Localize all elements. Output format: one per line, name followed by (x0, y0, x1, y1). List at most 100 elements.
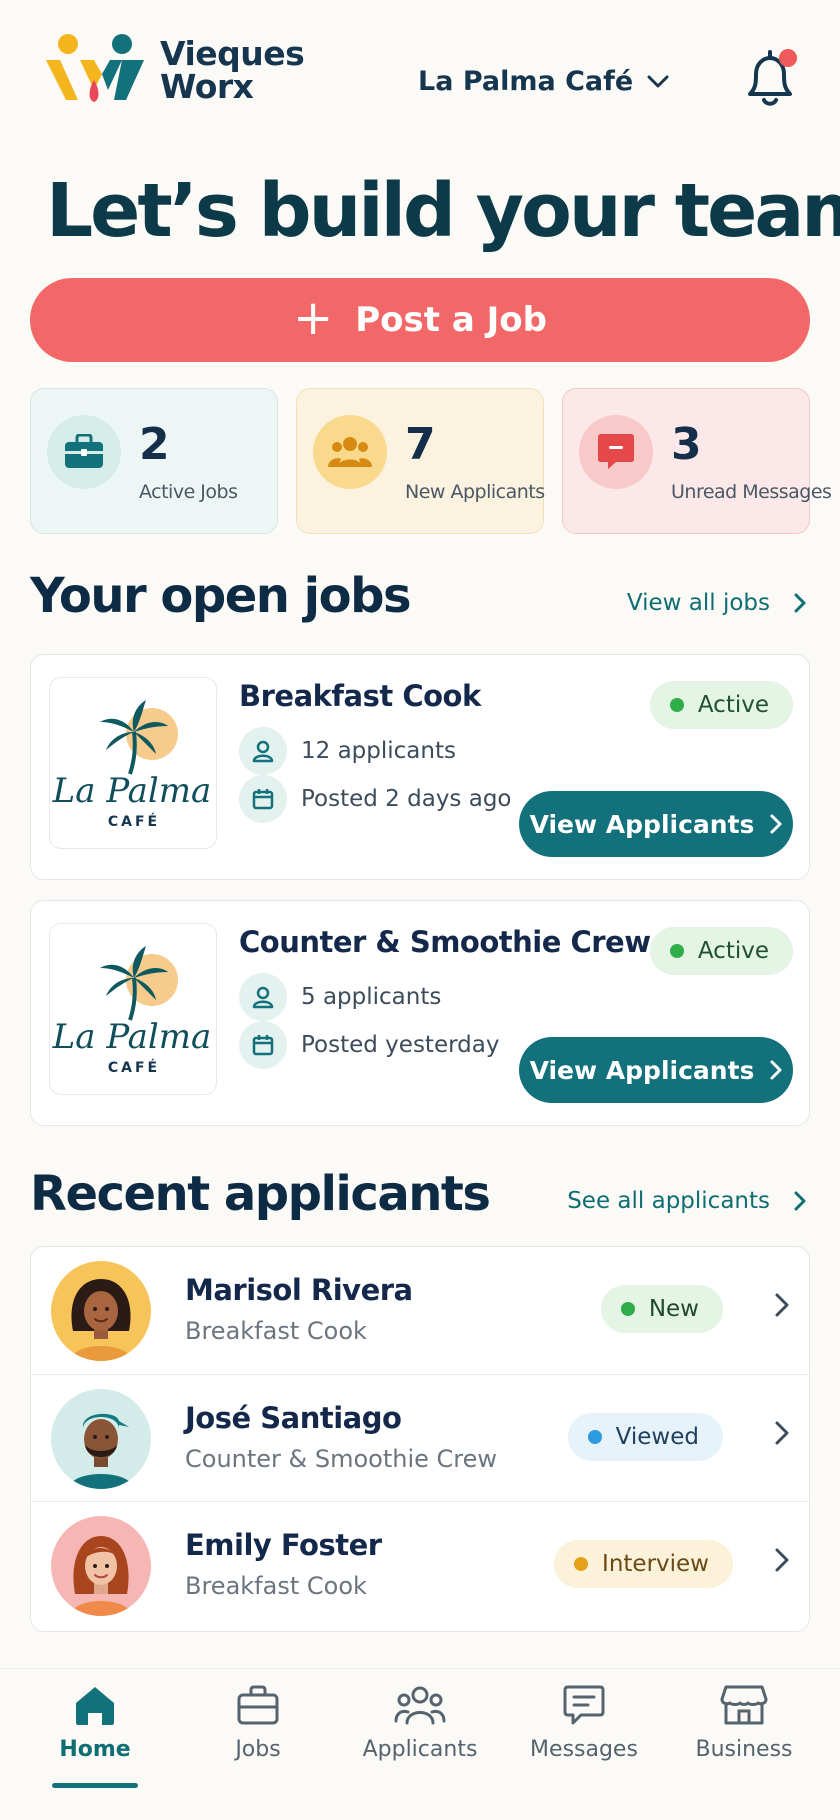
logo-sub-text: CAFÉ (108, 813, 160, 830)
brand-name-line1: Vieques (160, 34, 305, 73)
status-badge: Viewed (567, 1413, 723, 1461)
status-label: New (648, 1296, 699, 1322)
la-palma-cafe-logo: La Palma CAFÉ (49, 923, 217, 1095)
logo-script-text: La Palma (52, 771, 212, 811)
job-card[interactable]: La Palma CAFÉ Breakfast Cook 12 applican… (30, 654, 810, 880)
briefcase-icon (65, 434, 103, 468)
nav-applicants[interactable]: Applicants (340, 1683, 500, 1762)
view-applicants-label: View Applicants (529, 1055, 755, 1085)
stat-icon-circle (579, 415, 653, 489)
person-icon (239, 727, 287, 775)
chevron-right-icon (770, 1060, 782, 1080)
avatar (51, 1261, 151, 1361)
applicant-row[interactable]: José Santiago Counter & Smoothie Crew Vi… (31, 1374, 809, 1501)
applicant-name: Marisol Rivera (185, 1273, 413, 1307)
calendar-icon (239, 1021, 287, 1069)
person-avatar-icon (71, 1279, 131, 1361)
chevron-right-icon (775, 1421, 789, 1445)
stat-value: 3 (671, 419, 702, 470)
person-icon (239, 973, 287, 1021)
stat-value: 7 (405, 419, 436, 470)
chevron-right-icon (770, 814, 782, 834)
chevron-down-icon (647, 75, 669, 87)
post-job-label: Post a Job (355, 300, 547, 340)
stat-label: Active Jobs (139, 481, 238, 503)
applicant-role: Counter & Smoothie Crew (185, 1445, 498, 1473)
brand-name-line2: Worx (160, 67, 254, 106)
post-job-button[interactable]: + Post a Job (30, 278, 810, 362)
applicant-row[interactable]: Emily Foster Breakfast Cook Interview (31, 1501, 809, 1628)
nav-label: Jobs (235, 1737, 281, 1762)
palm-tree-icon: La Palma CAFÉ (52, 700, 212, 830)
nav-messages[interactable]: Messages (504, 1683, 664, 1762)
la-palma-cafe-logo: La Palma CAFÉ (49, 677, 217, 849)
nav-label: Messages (530, 1737, 638, 1762)
applicant-row[interactable]: Marisol Rivera Breakfast Cook New (31, 1247, 809, 1374)
page-title: Let’s build your team (46, 168, 840, 254)
job-applicants-count: 5 applicants (301, 984, 442, 1010)
see-all-applicants-label: See all applicants (567, 1188, 770, 1214)
job-card[interactable]: La Palma CAFÉ Counter & Smoothie Crew 5 … (30, 900, 810, 1126)
person-avatar-icon (69, 1413, 133, 1489)
status-dot (587, 1430, 602, 1444)
nav-label: Applicants (362, 1737, 478, 1762)
bell-icon (748, 49, 797, 106)
notifications-button[interactable] (736, 44, 806, 114)
stat-icon-circle (47, 415, 121, 489)
message-icon (598, 434, 634, 469)
chevron-right-icon (794, 593, 806, 613)
nav-active-indicator (52, 1783, 138, 1788)
nav-label: Business (695, 1737, 793, 1762)
avatar (51, 1516, 151, 1616)
stat-unread-messages[interactable]: 3 Unread Messages (562, 388, 832, 534)
stat-active-jobs[interactable]: 2 Active Jobs (30, 388, 278, 534)
status-dot (620, 1302, 635, 1316)
status-label: Viewed (615, 1424, 699, 1450)
job-title: Breakfast Cook (239, 679, 481, 713)
logo-script-text: La Palma (52, 1017, 212, 1057)
person-avatar-icon (71, 1536, 131, 1616)
business-name: La Palma Café (418, 66, 634, 97)
status-badge: Active (649, 927, 793, 975)
job-posted-text: Posted yesterday (301, 1032, 500, 1058)
stat-label: Unread Messages (671, 481, 832, 503)
vieques-worx-logo-icon (46, 34, 144, 102)
open-jobs-heading: Your open jobs (30, 568, 412, 624)
status-badge: New (600, 1285, 723, 1333)
status-dot (669, 698, 684, 712)
plus-icon: + (293, 290, 334, 346)
view-applicants-button[interactable]: View Applicants (519, 1037, 793, 1103)
calendar-icon (239, 775, 287, 823)
see-all-applicants-link[interactable]: See all applicants (567, 1188, 806, 1214)
view-all-jobs-label: View all jobs (626, 590, 770, 616)
job-posted-text: Posted 2 days ago (301, 786, 512, 812)
status-badge: Active (649, 681, 793, 729)
chevron-right-icon (775, 1548, 789, 1572)
status-dot (669, 944, 684, 958)
view-applicants-button[interactable]: View Applicants (519, 791, 793, 857)
nav-home[interactable]: Home (15, 1683, 175, 1762)
people-icon (394, 1686, 446, 1725)
chevron-right-icon (794, 1191, 806, 1211)
stat-new-applicants[interactable]: 7 New Applicants (296, 388, 545, 534)
chevron-right-icon (775, 1293, 789, 1317)
palm-tree-icon: La Palma CAFÉ (52, 946, 212, 1076)
nav-business[interactable]: Business (664, 1683, 824, 1762)
job-applicants: 5 applicants (239, 973, 441, 1021)
brand-logo[interactable]: Vieques Worx (44, 34, 305, 106)
recent-applicants-heading: Recent applicants (30, 1166, 491, 1222)
home-icon (76, 1687, 114, 1725)
nav-jobs[interactable]: Jobs (178, 1683, 338, 1762)
job-posted: Posted 2 days ago (239, 775, 512, 823)
view-all-jobs-link[interactable]: View all jobs (627, 590, 806, 616)
job-applicants: 12 applicants (239, 727, 456, 775)
stat-icon-circle (313, 415, 387, 489)
job-posted: Posted yesterday (239, 1021, 499, 1069)
business-selector[interactable]: La Palma Café (418, 66, 669, 97)
bottom-nav: Home Jobs Applicants Messages Business (0, 1668, 840, 1820)
chat-icon (563, 1685, 605, 1725)
view-applicants-label: View Applicants (529, 809, 755, 839)
people-icon (328, 437, 372, 467)
applicant-name: Emily Foster (185, 1528, 382, 1562)
briefcase-icon (237, 1685, 279, 1725)
